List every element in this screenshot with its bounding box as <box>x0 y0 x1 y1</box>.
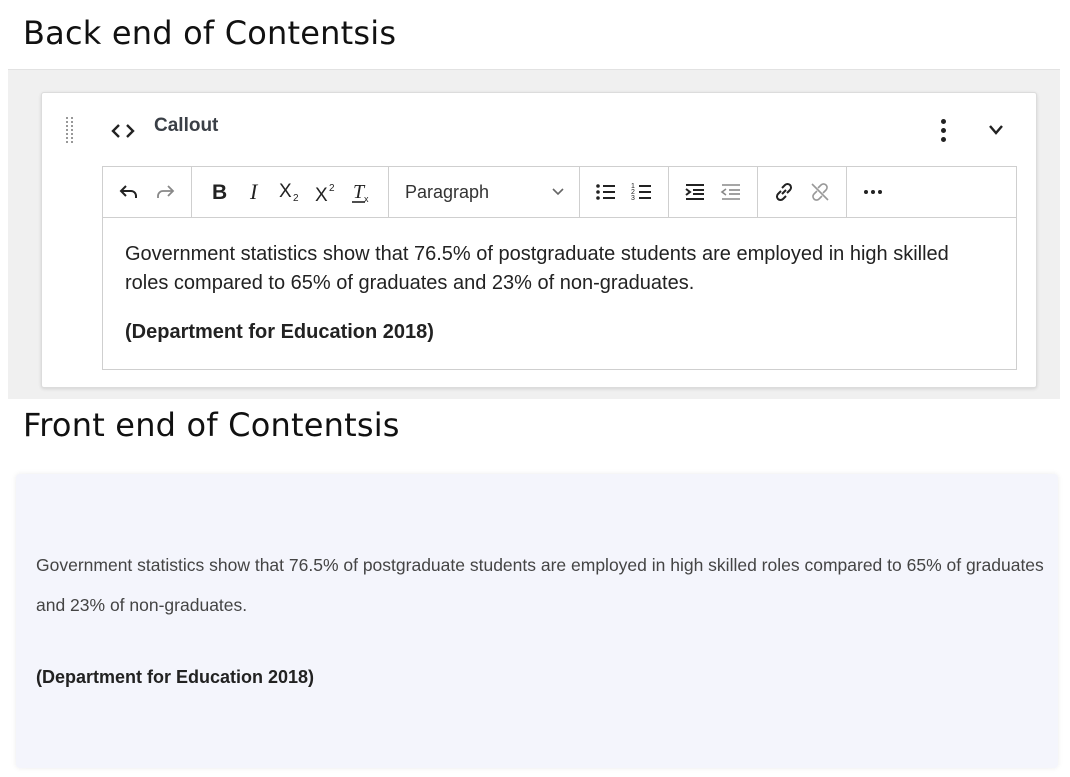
bulleted-list-icon[interactable] <box>588 174 624 210</box>
editor-toolbar: B I X2 X2 Tx Paragraph 1 2 3 <box>103 167 1016 218</box>
redo-icon[interactable] <box>147 174 183 210</box>
superscript-icon[interactable]: X2 <box>308 174 344 210</box>
block-title: Callout <box>154 115 219 136</box>
svg-text:X: X <box>279 181 292 202</box>
indent-icon[interactable] <box>677 174 713 210</box>
svg-text:x: x <box>364 194 369 204</box>
chevron-down-icon <box>552 188 564 196</box>
undo-icon[interactable] <box>111 174 147 210</box>
clear-formatting-icon[interactable]: Tx <box>344 174 380 210</box>
subscript-icon[interactable]: X2 <box>272 174 308 210</box>
front-citation: (Department for Education 2018) <box>36 667 315 687</box>
svg-text:I: I <box>249 180 259 204</box>
more-group <box>847 167 899 217</box>
svg-text:X: X <box>315 185 328 204</box>
outdent-icon[interactable] <box>713 174 749 210</box>
unlink-icon[interactable] <box>802 174 838 210</box>
front-end-heading: Front end of Contentsis <box>23 406 400 444</box>
italic-icon[interactable]: I <box>236 174 272 210</box>
history-group <box>103 167 192 217</box>
indent-group <box>669 167 758 217</box>
drag-handle-icon[interactable] <box>66 117 76 145</box>
front-body-text: Government statistics show that 76.5% of… <box>36 555 1044 615</box>
callout-block: Callout B I X 2 X 2 T x Paragraph 1 2 3 … <box>41 92 1037 388</box>
link-group <box>758 167 847 217</box>
editor-body-text: Government statistics show that 76.5% of… <box>125 243 949 294</box>
list-group: 1 2 3 <box>580 167 669 217</box>
link-icon[interactable] <box>766 174 802 210</box>
paragraph-format-select[interactable]: Paragraph <box>397 174 571 210</box>
bold-icon[interactable]: B <box>200 174 236 210</box>
svg-text:2: 2 <box>329 183 335 194</box>
back-end-heading: Back end of Contentsis <box>23 14 397 52</box>
editor-content[interactable]: Government statistics show that 76.5% of… <box>103 218 1016 347</box>
code-brackets-icon <box>111 124 135 138</box>
editor-citation: (Department for Education 2018) <box>125 321 434 343</box>
back-end-panel: Callout B I X 2 X 2 T x Paragraph 1 2 3 … <box>8 69 1060 399</box>
chevron-down-icon[interactable] <box>987 123 1005 137</box>
paragraph-format-value: Paragraph <box>405 181 490 202</box>
svg-text:2: 2 <box>293 193 299 204</box>
block-format-group: Paragraph <box>389 167 580 217</box>
svg-text:B: B <box>212 181 227 204</box>
more-vertical-icon[interactable] <box>939 119 947 143</box>
front-end-callout: Government statistics show that 76.5% of… <box>16 474 1058 768</box>
more-horizontal-icon[interactable] <box>855 174 891 210</box>
rich-text-editor: B I X2 X2 Tx Paragraph 1 2 3 Government … <box>102 166 1017 370</box>
numbered-list-icon[interactable]: 1 2 3 <box>624 174 660 210</box>
format-group: B I X2 X2 Tx <box>192 167 389 217</box>
svg-text:3: 3 <box>631 195 635 202</box>
